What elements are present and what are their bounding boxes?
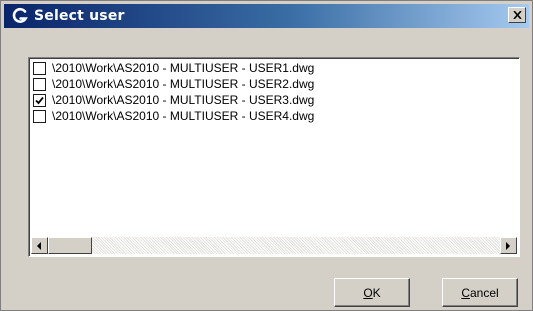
file-checkbox[interactable] (33, 109, 46, 123)
close-icon (512, 11, 522, 19)
file-list-item[interactable]: \2010\Work\AS2010 - MULTIUSER - USER3.dw… (33, 93, 314, 107)
window-title: Select user (34, 8, 125, 24)
cancel-button-label: ancel (469, 285, 499, 300)
file-list: \2010\Work\AS2010 - MULTIUSER - USER1.dw… (33, 61, 314, 125)
file-checkbox[interactable] (33, 93, 46, 107)
file-path-label: \2010\Work\AS2010 - MULTIUSER - USER1.dw… (52, 61, 315, 75)
arrow-left-icon (37, 241, 41, 250)
close-button[interactable] (508, 7, 526, 23)
scroll-right-button[interactable] (500, 237, 517, 254)
cancel-button-accel: C (461, 285, 470, 300)
select-user-dialog: Select user \2010\Work\AS2010 - MULTIUSE… (0, 0, 533, 311)
scroll-left-button[interactable] (31, 237, 48, 254)
horizontal-scrollbar[interactable] (31, 237, 517, 254)
file-list-item[interactable]: \2010\Work\AS2010 - MULTIUSER - USER1.dw… (33, 61, 314, 75)
file-checkbox[interactable] (33, 77, 46, 91)
scroll-thumb[interactable] (48, 237, 92, 254)
ok-button[interactable]: OK (334, 278, 410, 307)
app-logo-icon (10, 6, 30, 26)
ok-button-label: K (372, 285, 381, 300)
file-path-label: \2010\Work\AS2010 - MULTIUSER - USER4.dw… (52, 109, 315, 123)
checkmark-icon (35, 96, 44, 104)
cancel-button[interactable]: Cancel (442, 278, 518, 307)
file-checkbox[interactable] (33, 61, 46, 75)
file-path-label: \2010\Work\AS2010 - MULTIUSER - USER3.dw… (52, 93, 315, 107)
ok-button-accel: O (363, 285, 373, 300)
file-list-item[interactable]: \2010\Work\AS2010 - MULTIUSER - USER4.dw… (33, 109, 314, 123)
arrow-right-icon (506, 241, 510, 250)
file-list-item[interactable]: \2010\Work\AS2010 - MULTIUSER - USER2.dw… (33, 77, 314, 91)
file-listbox[interactable]: \2010\Work\AS2010 - MULTIUSER - USER1.dw… (28, 57, 520, 257)
file-path-label: \2010\Work\AS2010 - MULTIUSER - USER2.dw… (52, 77, 315, 91)
title-bar[interactable]: Select user (4, 4, 529, 28)
